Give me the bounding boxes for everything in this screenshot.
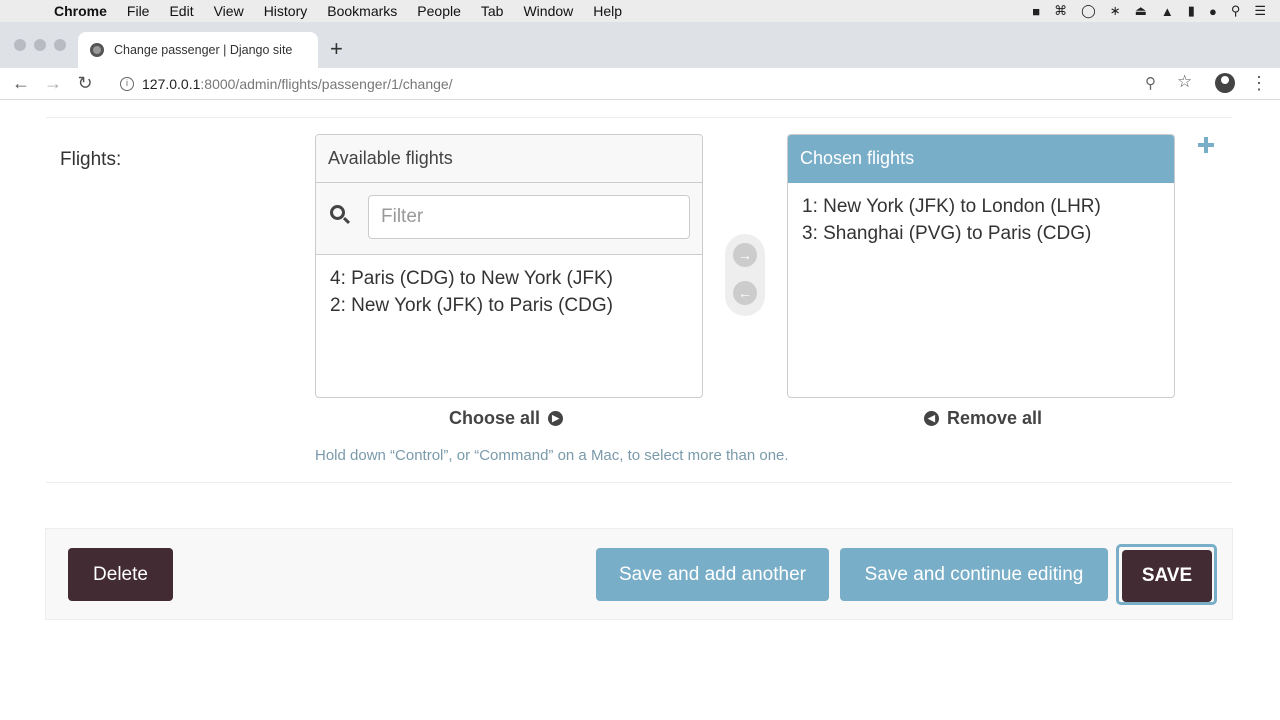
chosen-flights-title: Chosen flights — [788, 135, 1174, 183]
available-flights-list[interactable]: 4: Paris (CDG) to New York (JFK) 2: New … — [316, 255, 702, 329]
remove-all-label: Remove all — [947, 408, 1043, 428]
add-flight-plus-icon[interactable] — [1198, 137, 1214, 153]
divider — [46, 482, 1232, 483]
spotlight-search-icon[interactable]: ⚲ — [1231, 3, 1241, 19]
save-button-focus-ring: SAVE — [1116, 544, 1217, 605]
eject-icon[interactable]: ⏏ — [1135, 3, 1147, 19]
window-controls — [14, 39, 66, 51]
chosen-flights-list[interactable]: 1: New York (JFK) to London (LHR) 3: Sha… — [788, 183, 1174, 257]
user-icon[interactable]: ● — [1209, 4, 1217, 19]
flights-field-label: Flights: — [60, 149, 122, 170]
right-arrow-circle-icon: ▶ — [548, 411, 564, 426]
save-button[interactable]: SAVE — [1122, 550, 1212, 602]
macos-menu-bar: Chrome File Edit View History Bookmarks … — [0, 0, 1280, 22]
filter-row — [316, 183, 702, 255]
menu-app-name[interactable]: Chrome — [44, 0, 117, 22]
delete-button[interactable]: Delete — [68, 548, 173, 601]
add-selected-arrow-icon[interactable]: → — [733, 243, 757, 267]
menu-history[interactable]: History — [254, 0, 318, 22]
divider — [46, 117, 1232, 118]
chosen-flights-box: Chosen flights 1: New York (JFK) to Lond… — [787, 134, 1175, 398]
minimize-window-icon[interactable] — [34, 39, 46, 51]
available-flights-box: Available flights 4: Paris (CDG) to New … — [315, 134, 703, 398]
menu-people[interactable]: People — [407, 0, 471, 22]
available-flight-option[interactable]: 2: New York (JFK) to Paris (CDG) — [330, 292, 688, 319]
search-icon — [330, 205, 351, 225]
more-menu-icon[interactable]: ⋮ — [1250, 72, 1268, 94]
remove-all-link[interactable]: ◀ Remove all — [924, 408, 1042, 429]
docker-icon[interactable]: ■ — [1032, 4, 1040, 19]
chosen-flight-option[interactable]: 1: New York (JFK) to London (LHR) — [802, 193, 1160, 220]
globe-icon — [90, 43, 104, 57]
address-bar[interactable]: i 127.0.0.1:8000/admin/flights/passenger… — [108, 70, 1208, 98]
wifi-icon[interactable]: ▲ — [1161, 4, 1174, 19]
zoom-window-icon[interactable] — [54, 39, 66, 51]
choose-all-label: Choose all — [449, 408, 541, 428]
menu-tab[interactable]: Tab — [471, 0, 514, 22]
tab-title: Change passenger | Django site — [114, 43, 293, 57]
menu-window[interactable]: Window — [513, 0, 583, 22]
browser-tab-active[interactable]: Change passenger | Django site — [78, 32, 318, 68]
notification-center-icon[interactable]: ☰ — [1254, 3, 1266, 19]
back-arrow-icon[interactable]: ← — [10, 72, 32, 94]
help-text: Hold down “Control”, or “Command” on a M… — [315, 447, 789, 464]
battery-icon[interactable]: ▮ — [1188, 3, 1195, 19]
chosen-flight-option[interactable]: 3: Shanghai (PVG) to Paris (CDG) — [802, 220, 1160, 247]
menu-bookmarks[interactable]: Bookmarks — [317, 0, 407, 22]
filter-input[interactable] — [368, 195, 690, 239]
browser-tab-strip: Change passenger | Django site + — [0, 22, 1280, 68]
menu-help[interactable]: Help — [583, 0, 632, 22]
forward-arrow-icon[interactable]: → — [42, 72, 64, 94]
bookmark-star-icon[interactable]: ☆ — [1177, 72, 1192, 92]
submit-row: Delete Save and add another Save and con… — [45, 528, 1233, 620]
remove-selected-arrow-icon[interactable]: ← — [733, 281, 757, 305]
selector-mover: → ← — [725, 234, 765, 316]
left-arrow-circle-icon: ◀ — [924, 411, 939, 426]
menu-view[interactable]: View — [204, 0, 254, 22]
new-tab-button[interactable]: + — [330, 36, 343, 62]
available-flights-title: Available flights — [316, 135, 702, 183]
glasses-icon[interactable]: ◯ — [1081, 3, 1096, 19]
profile-avatar-icon[interactable] — [1215, 73, 1235, 93]
info-icon[interactable]: i — [120, 77, 134, 91]
admin-content: Flights: Available flights 4: Paris (CDG… — [0, 101, 1280, 720]
save-and-continue-button[interactable]: Save and continue editing — [840, 548, 1108, 601]
menu-file[interactable]: File — [117, 0, 160, 22]
reload-icon[interactable]: ↻ — [74, 72, 96, 94]
close-window-icon[interactable] — [14, 39, 26, 51]
status-icons: ■ ⌘ ◯ ∗ ⏏ ▲ ▮ ● ⚲ ☰ — [1032, 0, 1266, 22]
url-path: :8000/admin/flights/passenger/1/change/ — [200, 76, 453, 92]
available-flight-option[interactable]: 4: Paris (CDG) to New York (JFK) — [330, 265, 688, 292]
save-and-add-another-button[interactable]: Save and add another — [596, 548, 829, 601]
url-host: 127.0.0.1 — [142, 76, 201, 92]
choose-all-link[interactable]: Choose all ▶ — [449, 408, 564, 429]
browser-toolbar: ← → ↻ i 127.0.0.1:8000/admin/flights/pas… — [0, 68, 1280, 100]
zoom-icon[interactable]: ⚲ — [1145, 74, 1156, 92]
command-icon[interactable]: ⌘ — [1054, 3, 1067, 19]
menu-edit[interactable]: Edit — [159, 0, 203, 22]
bluetooth-icon[interactable]: ∗ — [1110, 3, 1121, 19]
